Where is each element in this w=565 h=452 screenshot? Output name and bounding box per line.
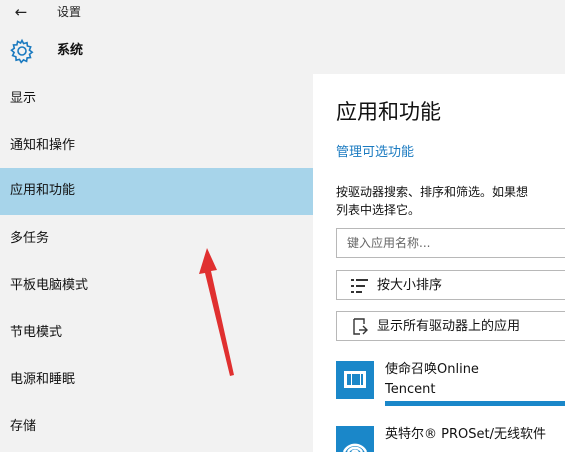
sidebar-item-multitasking[interactable]: 多任务 — [0, 216, 313, 263]
app-size-bar — [385, 401, 565, 406]
drive-filter-icon — [353, 318, 368, 335]
app-search-field[interactable] — [336, 228, 565, 258]
sort-button-label: 按大小排序 — [377, 278, 443, 293]
sidebar-item-apps-features[interactable]: 应用和功能 — [0, 168, 313, 215]
sidebar-item-display[interactable]: 显示 — [0, 76, 313, 123]
sidebar-item-notifications[interactable]: 通知和操作 — [0, 123, 313, 170]
description-line: 列表中选择它。 — [336, 203, 421, 217]
app-list-item[interactable]: 使命召唤Online Tencent — [336, 361, 565, 409]
window-title: 设置 — [57, 5, 82, 19]
sidebar-item-label: 节电模式 — [10, 325, 63, 340]
sidebar-item-battery-saver[interactable]: 节电模式 — [0, 310, 313, 357]
sort-by-size-dropdown[interactable]: 按大小排序 — [336, 270, 565, 300]
app-icon — [336, 361, 374, 399]
app-publisher: Tencent — [385, 382, 436, 397]
sidebar-item-label: 存储 — [10, 419, 37, 434]
back-arrow-icon[interactable]: ← — [10, 3, 32, 21]
sidebar-item-tablet-mode[interactable]: 平板电脑模式 — [0, 263, 313, 310]
sidebar-item-label: 电源和睡眠 — [10, 372, 76, 387]
sidebar-item-label: 平板电脑模式 — [10, 278, 89, 293]
main-panel: 应用和功能 管理可选功能 按驱动器搜索、排序和筛选。如果想 列表中选择它。 按大… — [313, 74, 565, 452]
sidebar-item-label: 通知和操作 — [10, 138, 76, 153]
gear-icon — [10, 38, 34, 64]
description-line: 按驱动器搜索、排序和筛选。如果想 — [336, 185, 529, 199]
wireless-app-icon — [336, 426, 374, 452]
drive-filter-label: 显示所有驱动器上的应用 — [377, 319, 521, 334]
sort-icon — [351, 279, 368, 293]
red-arrow-annotation — [199, 248, 234, 376]
section-title: 系统 — [57, 43, 84, 58]
sidebar-item-label: 应用和功能 — [10, 183, 76, 198]
sidebar-item-storage[interactable]: 存储 — [0, 404, 313, 451]
title-bar: ← 设置 系统 — [0, 0, 565, 74]
page-title: 应用和功能 — [336, 100, 441, 124]
sidebar-item-power-sleep[interactable]: 电源和睡眠 — [0, 357, 313, 404]
drive-filter-dropdown[interactable]: 显示所有驱动器上的应用 — [336, 311, 565, 341]
description-text: 按驱动器搜索、排序和筛选。如果想 列表中选择它。 — [336, 183, 565, 219]
sidebar-item-label: 多任务 — [10, 231, 50, 246]
app-list-item[interactable]: 英特尔® PROSet/无线软件 — [336, 426, 565, 452]
sidebar-item-label: 显示 — [10, 91, 37, 106]
app-search-input[interactable] — [337, 229, 565, 257]
app-name: 使命召唤Online — [385, 362, 479, 377]
sidebar: 显示 通知和操作 应用和功能 多任务 平板电脑模式 节电模式 电源和睡眠 存储 — [0, 74, 313, 452]
manage-optional-features-link[interactable]: 管理可选功能 — [336, 144, 414, 162]
app-name: 英特尔® PROSet/无线软件 — [385, 427, 546, 442]
